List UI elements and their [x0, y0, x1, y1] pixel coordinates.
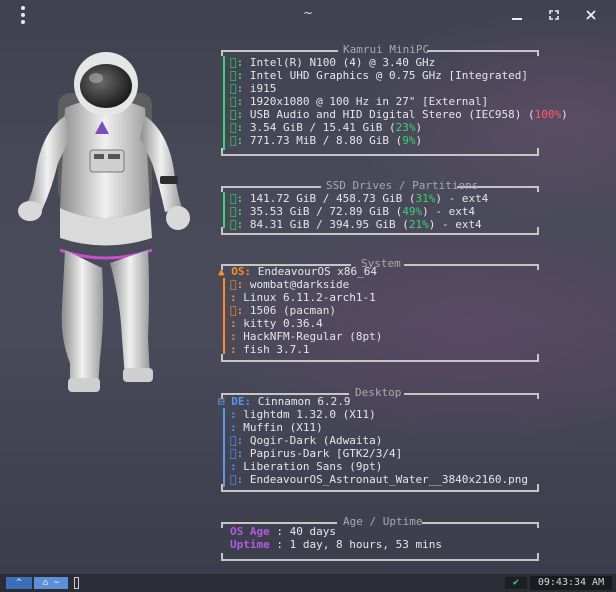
- font-icon: :: [230, 460, 237, 473]
- font-row: : Liberation Sans (9pt): [230, 460, 383, 473]
- disk-icon: 󰋊:: [230, 205, 244, 218]
- packages-row: 󰏖: 1506 (pacman): [230, 304, 336, 317]
- shell-row: : fish 3.7.1: [230, 343, 310, 356]
- disk-icon: 󰋊:: [230, 192, 244, 205]
- window-manager-icon: :: [230, 421, 237, 434]
- kernel-row: : Linux 6.11.2-arch1-1: [230, 291, 376, 304]
- status-ok-badge: ✔: [505, 577, 527, 589]
- gpu-driver-row: 󰾲: i915: [230, 82, 277, 95]
- icons-row: 󰉼: Papirus-Dark [GTK2/3/4]: [230, 447, 403, 460]
- os-row: ▲ OS: EndeavourOS x86_64: [218, 265, 377, 278]
- os-age-row: OS Age : 40 days: [230, 525, 336, 538]
- maximize-button[interactable]: [545, 6, 563, 24]
- sound-row: 󰓃: USB Audio and HID Digital Stereo (IEC…: [230, 108, 568, 121]
- close-button[interactable]: [582, 6, 600, 24]
- shell-icon: :: [230, 343, 237, 356]
- maximize-icon: [549, 10, 559, 20]
- tab-home[interactable]: ⌂ ~: [34, 577, 68, 589]
- terminal-row: : kitty 0.36.4: [230, 317, 323, 330]
- drive-row: 󰋊: 141.72 GiB / 458.73 GiB (31%) - ext4: [230, 192, 489, 205]
- desktop-env-icon: ⊟: [218, 395, 225, 408]
- astronaut-image: [18, 52, 190, 392]
- wm-row: : Muffin (X11): [230, 421, 323, 434]
- cpu-icon: 󰍛:: [230, 56, 244, 69]
- section-title-hardware: Kamrui MiniPC: [343, 43, 430, 56]
- package-icon: 󰏖:: [230, 304, 244, 317]
- disk-icon: 󰋊:: [230, 218, 244, 231]
- font-icon: :: [230, 330, 237, 343]
- user-icon: 󰀄:: [230, 278, 244, 291]
- monitor-icon: 󰍹:: [230, 95, 244, 108]
- home-icon: ⌂: [42, 578, 49, 588]
- de-row: ⊟ DE: Cinnamon 6.2.9: [218, 395, 351, 408]
- memory-row: 󰑭: 3.54 GiB / 15.41 GiB (23%): [230, 121, 423, 134]
- tab-home-caret[interactable]: ^: [6, 577, 32, 589]
- login-icon: :: [230, 408, 237, 421]
- gpu-icon: 󰍹:: [230, 69, 244, 82]
- icon-theme-icon: 󰉼:: [230, 447, 244, 460]
- user-row: 󰀄: wombat@darkside: [230, 278, 350, 291]
- section-title-desktop: Desktop: [355, 386, 402, 399]
- wallpaper-row: 󰸉: EndeavourOS_Astronaut_Water__3840x216…: [230, 473, 529, 486]
- display-row: 󰍹: 1920x1080 @ 100 Hz in 27" [External]: [230, 95, 489, 108]
- speaker-icon: 󰓃:: [230, 108, 244, 121]
- theme-row: 󰉼: Qogir-Dark (Adwaita): [230, 434, 383, 447]
- terminal-font-row: : HackNFM-Regular (8pt): [230, 330, 383, 343]
- clock: 09:43:34 AM: [530, 576, 612, 590]
- minimize-button[interactable]: [508, 6, 526, 24]
- title-bar: ~: [0, 0, 616, 30]
- drive-row: 󰋊: 84.31 GiB / 394.95 GiB (21%) - ext4: [230, 218, 482, 231]
- minimize-icon: [512, 18, 522, 20]
- section-title-drives: SSD Drives / Partitions: [326, 179, 479, 192]
- wallpaper-icon: 󰸉:: [230, 473, 244, 486]
- linux-icon: :: [230, 291, 237, 304]
- drive-row: 󰋊: 35.53 GiB / 72.89 GiB (49%) - ext4: [230, 205, 476, 218]
- theme-icon: 󰉼:: [230, 434, 244, 447]
- swap-row: 󰾴: 771.73 MiB / 8.80 GiB (9%): [230, 134, 423, 147]
- uptime-row: Uptime : 1 day, 8 hours, 53 mins: [230, 538, 442, 551]
- login-manager-row: : lightdm 1.32.0 (X11): [230, 408, 376, 421]
- driver-icon: 󰾲:: [230, 82, 244, 95]
- endeavouros-icon: ▲: [218, 265, 225, 278]
- text-cursor: [74, 577, 79, 589]
- gpu-row: 󰍹: Intel UHD Graphics @ 0.75 GHz [Integr…: [230, 69, 529, 82]
- section-title-age: Age / Uptime: [343, 515, 423, 528]
- swap-icon: 󰾴:: [230, 134, 244, 147]
- memory-icon: 󰑭:: [230, 121, 244, 134]
- cpu-row: 󰍛: Intel(R) N100 (4) @ 3.40 GHz: [230, 56, 436, 69]
- terminal-icon: :: [230, 317, 237, 330]
- status-bar: ^ ⌂ ~ ✔ 09:43:34 AM: [0, 574, 616, 592]
- close-icon: [586, 10, 596, 20]
